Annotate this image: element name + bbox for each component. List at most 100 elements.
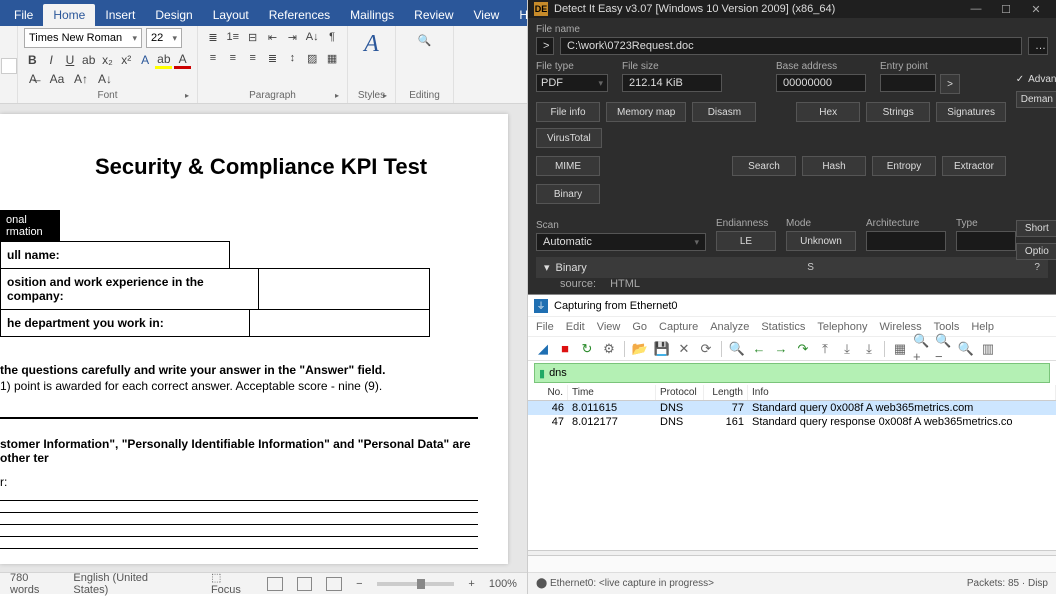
- close-file-button[interactable]: ✕: [675, 340, 693, 358]
- file-path-input[interactable]: C:\work\0723Request.doc: [560, 37, 1022, 55]
- font-name-combo[interactable]: Times New Roman ▾: [24, 28, 142, 48]
- tab-layout[interactable]: Layout: [203, 4, 259, 26]
- menu-go[interactable]: Go: [632, 321, 647, 333]
- multilevel-button[interactable]: ⊟: [244, 28, 262, 46]
- col-time[interactable]: Time: [568, 385, 656, 400]
- tab-design[interactable]: Design: [145, 4, 202, 26]
- increase-indent-button[interactable]: ⇥: [283, 28, 301, 46]
- styles-dialog-launcher[interactable]: ▸: [383, 91, 393, 101]
- word-count[interactable]: 780 words: [10, 572, 59, 596]
- reload-button[interactable]: ⟳: [697, 340, 715, 358]
- col-protocol[interactable]: Protocol: [656, 385, 704, 400]
- decrease-indent-button[interactable]: ⇤: [264, 28, 282, 46]
- menu-capture[interactable]: Capture: [659, 321, 698, 333]
- go-back-button[interactable]: ←: [750, 340, 768, 358]
- mime-button[interactable]: MIME: [536, 156, 600, 176]
- file-type-select[interactable]: PDF▾: [536, 74, 608, 92]
- menu-wireless[interactable]: Wireless: [880, 321, 922, 333]
- colorize-button[interactable]: ▦: [891, 340, 909, 358]
- virustotal-button[interactable]: VirusTotal: [536, 128, 602, 148]
- menu-help[interactable]: Help: [971, 321, 994, 333]
- underline-button[interactable]: U: [62, 51, 79, 69]
- save-button[interactable]: 💾: [653, 340, 671, 358]
- go-forward-button[interactable]: →: [772, 340, 790, 358]
- col-length[interactable]: Length: [704, 385, 748, 400]
- col-info[interactable]: Info: [748, 385, 1056, 400]
- font-dialog-launcher[interactable]: ▸: [185, 91, 195, 101]
- tab-review[interactable]: Review: [404, 4, 463, 26]
- tab-view[interactable]: View: [464, 4, 510, 26]
- result-help-button[interactable]: ?: [1034, 262, 1040, 273]
- sort-button[interactable]: A↓: [303, 28, 321, 46]
- zoom-slider[interactable]: [377, 582, 455, 586]
- numbering-button[interactable]: 1≡: [224, 28, 242, 46]
- packet-row[interactable]: 47 8.012177 DNS 161 Standard query respo…: [528, 415, 1056, 429]
- tab-home[interactable]: Home: [43, 4, 95, 26]
- tab-file[interactable]: File: [4, 4, 43, 26]
- start-capture-button[interactable]: ◢: [534, 340, 552, 358]
- document-area[interactable]: Security & Compliance KPI Test onal rmat…: [0, 104, 527, 572]
- hash-button[interactable]: Hash: [802, 156, 866, 176]
- find-packet-button[interactable]: 🔍: [728, 340, 746, 358]
- font-color-button[interactable]: A: [174, 51, 191, 69]
- read-mode-button[interactable]: [267, 577, 283, 591]
- menu-edit[interactable]: Edit: [566, 321, 585, 333]
- tab-insert[interactable]: Insert: [95, 4, 145, 26]
- file-size-field[interactable]: 212.14 KiB: [622, 74, 722, 92]
- web-layout-button[interactable]: [326, 577, 342, 591]
- tab-mailings[interactable]: Mailings: [340, 4, 404, 26]
- endian-button[interactable]: LE: [716, 231, 776, 251]
- clear-format-button[interactable]: A̶: [24, 70, 42, 88]
- zoom-out-button[interactable]: −: [356, 578, 362, 590]
- show-marks-button[interactable]: ¶: [323, 28, 341, 46]
- open-file-button[interactable]: 📂: [631, 340, 649, 358]
- shading-button[interactable]: ▨: [303, 49, 321, 67]
- highlight-button[interactable]: ab: [155, 51, 172, 69]
- shrink-font-button[interactable]: A↓: [96, 70, 114, 88]
- scan-result-row[interactable]: ▾ Binary S ?: [536, 257, 1048, 278]
- signatures-button[interactable]: Signatures: [936, 102, 1006, 122]
- search-button[interactable]: Search: [732, 156, 796, 176]
- stop-capture-button[interactable]: ■: [556, 340, 574, 358]
- minimize-button[interactable]: —: [962, 0, 990, 18]
- entropy-button[interactable]: Entropy: [872, 156, 936, 176]
- browse-button[interactable]: …: [1028, 37, 1048, 55]
- superscript-button[interactable]: x²: [118, 51, 135, 69]
- die-titlebar[interactable]: DE Detect It Easy v3.07 [Windows 10 Vers…: [528, 0, 1056, 18]
- shortcuts-button[interactable]: Short: [1016, 220, 1056, 237]
- go-last-button[interactable]: ⤓: [838, 340, 856, 358]
- zoom-in-button[interactable]: 🔍+: [913, 340, 931, 358]
- strings-button[interactable]: Strings: [866, 102, 930, 122]
- packet-row[interactable]: 46 8.011615 DNS 77 Standard query 0x008f…: [528, 401, 1056, 415]
- menu-tools[interactable]: Tools: [934, 321, 960, 333]
- status-interface[interactable]: ⬤ Ethernet0: <live capture in progress>: [536, 578, 714, 589]
- type-field[interactable]: [956, 231, 1016, 251]
- align-right-button[interactable]: ≡: [244, 49, 262, 67]
- font-size-combo[interactable]: 22 ▾: [146, 28, 182, 48]
- bullets-button[interactable]: ≣: [204, 28, 222, 46]
- bookmark-icon[interactable]: ▮: [539, 367, 545, 380]
- justify-button[interactable]: ≣: [264, 49, 282, 67]
- file-info-button[interactable]: File info: [536, 102, 600, 122]
- scan-select[interactable]: Automatic▾: [536, 233, 706, 251]
- capture-options-button[interactable]: ⚙: [600, 340, 618, 358]
- zoom-in-button[interactable]: +: [468, 578, 474, 590]
- bold-button[interactable]: B: [24, 51, 41, 69]
- display-filter-input[interactable]: ▮ dns: [534, 363, 1050, 383]
- text-effects-button[interactable]: A: [137, 51, 154, 69]
- menu-view[interactable]: View: [597, 321, 621, 333]
- zoom-level[interactable]: 100%: [489, 578, 517, 590]
- entry-go-button[interactable]: >: [940, 74, 960, 94]
- resize-cols-button[interactable]: ▥: [979, 340, 997, 358]
- line-spacing-button[interactable]: ↕: [283, 49, 301, 67]
- paste-button[interactable]: [1, 58, 17, 74]
- document-page[interactable]: Security & Compliance KPI Test onal rmat…: [0, 114, 508, 564]
- memory-map-button[interactable]: Memory map: [606, 102, 686, 122]
- hex-button[interactable]: Hex: [796, 102, 860, 122]
- go-first-button[interactable]: ⤒: [816, 340, 834, 358]
- zoom-reset-button[interactable]: 🔍: [957, 340, 975, 358]
- demangle-button[interactable]: Deman: [1016, 91, 1056, 108]
- borders-button[interactable]: ▦: [323, 49, 341, 67]
- strike-button[interactable]: ab: [80, 51, 97, 69]
- disasm-button[interactable]: Disasm: [692, 102, 756, 122]
